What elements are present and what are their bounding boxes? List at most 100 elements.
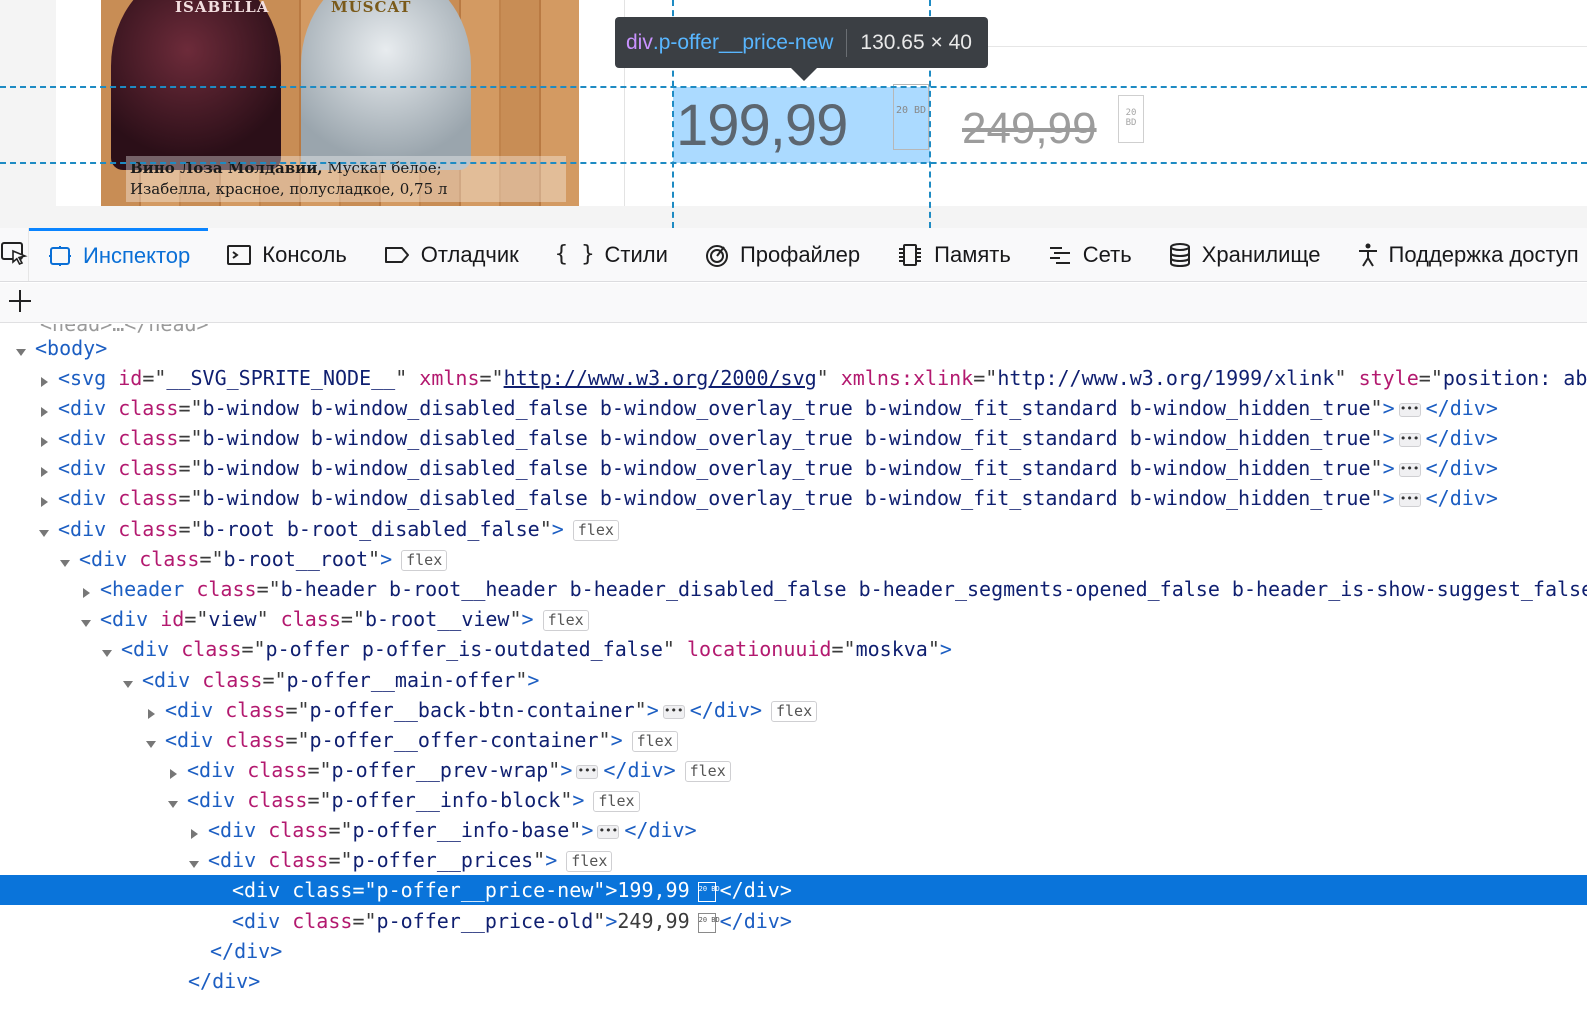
tab-console[interactable]: Консоль (208, 228, 365, 281)
tree-row-prices[interactable]: <div class="p-offer__prices"> flex (0, 845, 1587, 875)
page-preview: ISABELLA MUSCAT Вино Лоза Молдавии, Муск… (0, 0, 1587, 228)
tree-row-close[interactable]: </div> (0, 936, 1587, 966)
attr-value[interactable]: p-offer__offer-container (310, 728, 599, 752)
tab-profiler[interactable]: Профайлер (686, 228, 878, 281)
tab-debugger[interactable]: Отладчик (365, 228, 537, 281)
ellipsis-button[interactable]: ••• (662, 704, 685, 719)
tag-name: div (154, 668, 191, 692)
tab-label: Память (934, 241, 1011, 267)
tab-accessibility[interactable]: Поддержка доступ (1339, 228, 1587, 281)
tree-row-price-old[interactable]: <div class="p-offer__price-old">249,99 20… (0, 906, 1587, 936)
attr-value[interactable]: p-offer__prices (353, 848, 534, 872)
attr-value[interactable]: view (208, 607, 256, 631)
tab-inspector[interactable]: Инспектор (29, 228, 209, 281)
attr-value[interactable]: p-offer__price-old (377, 909, 594, 933)
tooltip-separator (846, 28, 848, 57)
tree-row-offer[interactable]: <div class="p-offer p-offer_is-outdated_… (0, 634, 1587, 664)
close-tag: </div> (1425, 426, 1498, 450)
text-node[interactable]: 249,99 (617, 909, 689, 933)
ellipsis-button[interactable]: ••• (1398, 462, 1421, 477)
tab-network[interactable]: Сеть (1029, 228, 1150, 281)
ellipsis-button[interactable]: ••• (1398, 492, 1421, 507)
tree-row-view[interactable]: <div id="view" class="b-root__view"> flex (0, 604, 1587, 634)
attr-value[interactable]: p-offer__prev-wrap (332, 758, 549, 782)
style-editor-icon: { } (554, 242, 595, 267)
attr-value[interactable]: b-header b-root__header b-header_disable… (281, 577, 1587, 601)
attr-value[interactable]: p-offer__main-offer (287, 668, 516, 692)
attr-value[interactable]: __SVG_SPRITE_NODE__ (166, 366, 395, 390)
tab-memory[interactable]: Память (878, 228, 1029, 281)
tree-row-window[interactable]: <div class="b-window b-window_disabled_f… (0, 453, 1587, 483)
element-picker-button[interactable] (0, 228, 29, 281)
close-tag: </div> (624, 818, 697, 842)
attr-value[interactable]: moskva (856, 637, 928, 661)
attr-value[interactable]: p-offer__info-base (353, 818, 570, 842)
flex-badge[interactable]: flex (572, 520, 619, 541)
tooltip-class: .p-offer__price-new (652, 30, 834, 54)
storage-icon (1168, 242, 1192, 268)
tree-row-window[interactable]: <div class="b-window b-window_disabled_f… (0, 483, 1587, 513)
tree-row-window[interactable]: <div class="b-window b-window_disabled_f… (0, 393, 1587, 423)
tree-row-main-offer[interactable]: <div class="p-offer__main-offer"> (0, 665, 1587, 695)
attr-value[interactable]: b-root__root (224, 547, 369, 571)
attr-value[interactable]: b-window b-window_disabled_false b-windo… (203, 426, 1371, 450)
price-new[interactable]: 199,99 (676, 92, 848, 159)
close-tag: </div> (1425, 486, 1498, 510)
tag-name: div (177, 728, 214, 752)
ellipsis-button[interactable]: ••• (1398, 402, 1421, 417)
attr-value[interactable]: p-offer__price-new (377, 878, 594, 902)
accessibility-icon (1357, 242, 1379, 268)
attr-name: class (247, 788, 308, 812)
caption-line2: Изабелла, красное, полусладкое, 0,75 л (130, 180, 448, 198)
tree-row-info-base[interactable]: <div class="p-offer__info-base"> ••• </div… (0, 815, 1587, 845)
ellipsis-button[interactable]: ••• (576, 764, 599, 779)
attr-value[interactable]: b-window b-window_disabled_false b-windo… (203, 396, 1371, 420)
attr-value[interactable]: p-offer p-offer_is-outdated_false (266, 637, 663, 661)
collapse-toggle-icon[interactable] (38, 487, 50, 517)
attr-name: style (1358, 366, 1419, 390)
attr-value[interactable]: b-window b-window_disabled_false b-windo… (203, 486, 1371, 510)
tree-row-root-root[interactable]: <div class="b-root__root"> flex (0, 544, 1587, 574)
flex-badge[interactable]: flex (542, 610, 589, 631)
attr-value[interactable]: http://www.w3.org/1999/xlink (997, 366, 1334, 390)
tree-row-back-btn[interactable]: <div class="p-offer__back-btn-container"… (0, 695, 1587, 725)
flex-badge[interactable]: flex (566, 851, 613, 872)
attr-value[interactable]: p-offer__back-btn-container (310, 698, 635, 722)
flex-badge[interactable]: flex (684, 761, 731, 782)
flex-badge[interactable]: flex (593, 791, 640, 812)
tree-row-window[interactable]: <div class="b-window b-window_disabled_f… (0, 423, 1587, 453)
close-tag: </div> (1425, 396, 1498, 420)
attr-name: xmlns (419, 366, 480, 390)
tree-row-close[interactable]: </div> (0, 966, 1587, 996)
flex-badge[interactable]: flex (770, 701, 818, 722)
ellipsis-button[interactable]: ••• (597, 824, 620, 839)
tree-row-svg[interactable]: <svg id="__SVG_SPRITE_NODE__" xmlns="htt… (0, 363, 1587, 393)
attr-name: class (118, 396, 179, 420)
flex-badge[interactable]: flex (401, 550, 448, 571)
tab-style-editor[interactable]: { } Стили (537, 228, 686, 281)
flex-badge[interactable]: flex (631, 731, 678, 752)
tag-name: div (133, 637, 170, 661)
attr-value[interactable]: position: ab (1443, 366, 1587, 390)
add-node-button[interactable] (6, 289, 34, 317)
tree-row-offer-container[interactable]: <div class="p-offer__offer-container"> fl… (0, 725, 1587, 755)
tree-row-price-new[interactable]: <div class="p-offer__price-new">199,99 20… (0, 875, 1587, 905)
ellipsis-button[interactable]: ••• (1398, 432, 1421, 447)
tree-row-root[interactable]: <div class="b-root b-root_disabled_false… (0, 514, 1587, 544)
currency-icon: 20 BD (697, 912, 720, 933)
tree-row-prev-wrap[interactable]: <div class="p-offer__prev-wrap"> ••• </div… (0, 755, 1587, 785)
tag-name: div (112, 607, 149, 631)
attr-value[interactable]: p-offer__info-block (332, 788, 561, 812)
attr-value[interactable]: b-root b-root_disabled_false (203, 517, 540, 541)
console-icon (226, 243, 252, 267)
tree-row-header[interactable]: <header class="b-header b-root__header b… (0, 574, 1587, 604)
tab-storage[interactable]: Хранилище (1150, 228, 1339, 281)
attr-link[interactable]: http://www.w3.org/2000/svg (504, 366, 817, 390)
tree-row-info-block[interactable]: <div class="p-offer__info-block"> flex (0, 785, 1587, 815)
guide-top (0, 86, 1587, 88)
attr-value[interactable]: b-window b-window_disabled_false b-windo… (203, 456, 1371, 480)
text-node[interactable]: 199,99 (617, 878, 689, 902)
expand-toggle-icon[interactable] (101, 638, 113, 668)
tree-row-body[interactable]: <body> (0, 333, 1587, 363)
attr-value[interactable]: b-root__view (365, 607, 510, 631)
